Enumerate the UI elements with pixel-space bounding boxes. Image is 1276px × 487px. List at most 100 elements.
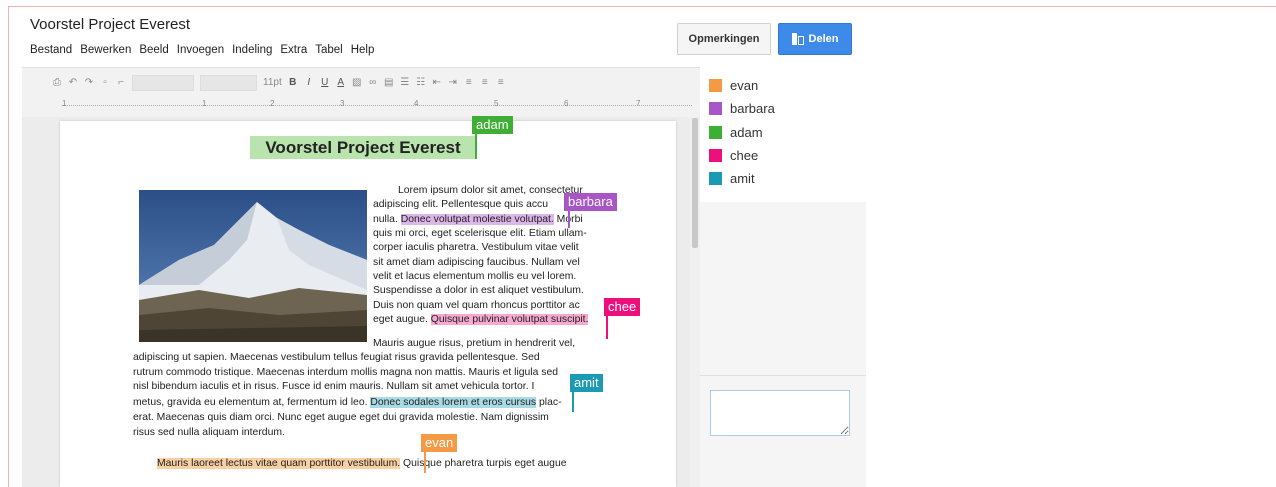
redo-icon[interactable]: ↷ (84, 77, 94, 88)
link-icon[interactable]: ∞ (368, 77, 378, 88)
ruler-mark: 7 (636, 99, 641, 108)
ruler-mark: 1 (202, 99, 207, 108)
ruler-scale (62, 105, 692, 110)
ruler-mark: 5 (494, 99, 499, 108)
text-line[interactable]: Duis non quam vel quam rhoncus porttitor… (373, 299, 580, 313)
highlight-color-icon[interactable]: ▨ (352, 77, 362, 88)
menu-view[interactable]: Beeld (139, 44, 168, 56)
collaborator-name: adam (730, 125, 763, 140)
ruler-mark: 6 (564, 99, 569, 108)
share-button-label: Delen (808, 33, 839, 45)
align-center-icon[interactable]: ≡ (480, 77, 490, 88)
menu-format[interactable]: Indeling (232, 44, 272, 56)
text-line[interactable]: quis mi orci, eget scelerisque elit. Eti… (373, 227, 587, 241)
adam-cursor (475, 134, 477, 159)
text-line[interactable]: adipiscing elit. Pellentesque quis accu (373, 198, 548, 212)
share-button[interactable]: Delen (778, 23, 852, 55)
bulleted-list-icon[interactable]: ☷ (416, 77, 426, 88)
frame-border-left (8, 6, 9, 487)
text-line[interactable]: velit et lacus elementum mollis eu vel l… (373, 270, 576, 284)
text-line[interactable]: Lorem ipsum dolor sit amet, consectetur (398, 184, 583, 198)
collaborator-color-swatch (709, 102, 722, 115)
adam-cursor-label: adam (472, 116, 513, 134)
menu-insert[interactable]: Invoegen (177, 44, 224, 56)
text-segment: eget augue. (373, 314, 431, 325)
increase-indent-icon[interactable]: ⇥ (448, 77, 458, 88)
amit-cursor (572, 390, 574, 412)
menu-tools[interactable]: Extra (280, 44, 307, 56)
evan-cursor-label: evan (421, 434, 458, 452)
text-line[interactable]: rutrum commodo tristique. Maecenas inter… (133, 366, 558, 380)
paint-format-icon[interactable]: ⌐ (116, 77, 126, 88)
document-title[interactable]: Voorstel Project Everest (30, 16, 190, 33)
document-heading[interactable]: Voorstel Project Everest (250, 136, 476, 159)
ruler[interactable]: 1 1 2 3 4 5 6 7 (22, 97, 700, 117)
collaborator-item[interactable]: evan (709, 78, 758, 93)
collaborator-name: barbara (730, 101, 775, 116)
text-segment: metus, gravida eu elementum at, fermentu… (133, 397, 371, 408)
collaborator-name: evan (730, 78, 759, 93)
collaborator-item[interactable]: amit (709, 171, 755, 186)
text-line[interactable]: Suspendisse a dolor in est aliquet vesti… (373, 284, 584, 298)
everest-image (139, 190, 367, 342)
text-segment: nulla. (373, 214, 401, 225)
style-select[interactable] (132, 74, 194, 91)
collaborator-name: amit (730, 171, 755, 186)
mountain-photo[interactable] (139, 190, 367, 342)
undo-icon[interactable]: ↶ (68, 77, 78, 88)
print-icon[interactable]: ⎙ (52, 77, 62, 88)
text-line[interactable]: nisl bibendum iaculis et in risus. Fusce… (133, 380, 534, 394)
amit-selection: Donec sodales lorem et eros cursus (370, 397, 537, 408)
underline-button[interactable]: U (320, 77, 330, 88)
menu-file[interactable]: Bestand (30, 44, 72, 56)
collaborator-color-swatch (709, 126, 722, 139)
barbara-cursor (568, 211, 570, 228)
text-segment: plac- (536, 397, 562, 408)
menu-table[interactable]: Tabel (315, 44, 343, 56)
align-left-icon[interactable]: ≡ (464, 77, 474, 88)
chat-divider (700, 375, 866, 376)
text-line[interactable]: sit amet diam adipiscing faucibus. Nulla… (373, 256, 580, 270)
text-line[interactable]: risus sed nulla aliquam interdum. (133, 426, 285, 440)
bold-button[interactable]: B (288, 77, 298, 88)
clipboard-icon[interactable]: ▫ (100, 77, 110, 88)
font-select[interactable] (200, 74, 257, 91)
text-line[interactable]: Mauris augue risus, pretium in hendrerit… (373, 337, 575, 351)
italic-button[interactable]: I (304, 77, 314, 88)
chee-selection: Quisque pulvinar volutpat suscipit. (430, 314, 589, 325)
text-line[interactable]: adipiscing ut sapien. Maecenas vestibulu… (133, 351, 540, 365)
frame-border-top (8, 6, 866, 7)
text-color-button[interactable]: A (336, 77, 346, 88)
text-line[interactable]: eget augue. Quisque pulvinar volutpat su… (373, 313, 589, 327)
text-line[interactable]: erat. Maecenas quis diam orci. Nunc eget… (133, 411, 549, 425)
evan-selection: Mauris laoreet lectus vitae quam porttit… (157, 458, 401, 469)
text-line[interactable]: corper iaculis pharetra. Vestibulum vita… (373, 241, 579, 255)
collaborator-item[interactable]: adam (709, 125, 763, 140)
numbered-list-icon[interactable]: ☰ (400, 77, 410, 88)
collaborator-item[interactable]: chee (709, 148, 758, 163)
collaborator-name: chee (730, 148, 759, 163)
text-line[interactable]: metus, gravida eu elementum at, fermentu… (133, 396, 562, 410)
font-size-select[interactable]: 11pt (263, 77, 282, 88)
collaborator-item[interactable]: barbara (709, 101, 775, 116)
amit-cursor-label: amit (570, 374, 603, 392)
barbara-cursor-label: barbara (564, 193, 617, 211)
comment-icon[interactable]: ▤ (384, 77, 394, 88)
menu-help[interactable]: Help (351, 44, 375, 56)
scrollbar-thumb[interactable] (692, 118, 698, 248)
chat-input[interactable] (710, 390, 850, 436)
collaborator-color-swatch (709, 172, 722, 185)
menu-edit[interactable]: Bewerken (80, 44, 131, 56)
align-right-icon[interactable]: ≡ (496, 77, 506, 88)
decrease-indent-icon[interactable]: ⇤ (432, 77, 442, 88)
chee-cursor-label: chee (604, 298, 641, 316)
share-icon (791, 33, 804, 45)
ruler-mark: 4 (414, 99, 419, 108)
frame-border-right (866, 6, 1276, 7)
comments-button[interactable]: Opmerkingen (677, 23, 771, 55)
ruler-mark: 3 (340, 99, 345, 108)
text-line[interactable]: Mauris laoreet lectus vitae quam porttit… (157, 457, 567, 471)
formatting-toolbar: ⎙ ↶ ↷ ▫ ⌐ 11pt B I U A ▨ ∞ ▤ ☰ ☷ ⇤ ⇥ ≡ ≡… (22, 67, 700, 97)
text-line[interactable]: nulla. Donec volutpat molestie volutpat.… (373, 213, 583, 227)
barbara-selection: Donec volutpat molestie volutpat. (400, 214, 554, 225)
